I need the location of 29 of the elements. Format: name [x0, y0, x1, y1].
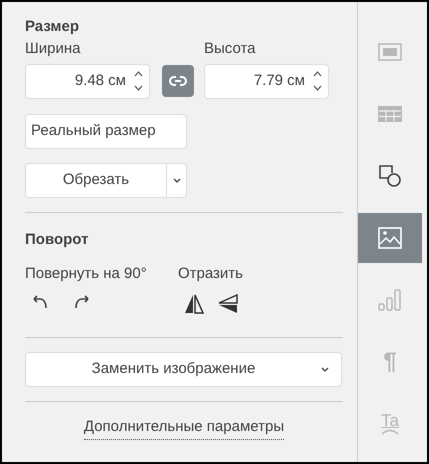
image-icon [378, 227, 402, 249]
section-title: Размер [25, 17, 80, 36]
bar-chart-icon [378, 289, 402, 311]
link-toggle-button[interactable] [162, 65, 194, 97]
flip-horizontal-button[interactable] [182, 292, 206, 316]
table-icon [378, 106, 402, 122]
rotate-label: Повернуть на 90° [25, 264, 148, 284]
arc-icon [380, 429, 400, 435]
sidebar-tab[interactable] [358, 213, 422, 263]
field-label: Высота [204, 39, 256, 59]
replace-image-dropdown[interactable]: Заменить изображение [25, 352, 342, 387]
square-circle-icon [378, 164, 402, 188]
flip-horizontal-icon [182, 292, 206, 316]
field-label: Ширина [25, 39, 82, 59]
actual-size-button[interactable]: Реальный размер [25, 114, 187, 148]
flip-vertical-button[interactable] [216, 292, 240, 316]
spin-arrows-icon [313, 70, 322, 92]
caret-icon [172, 178, 180, 182]
section-title: Поворот [25, 230, 90, 248]
flip-vertical-icon [216, 292, 240, 316]
caret-icon [321, 367, 329, 372]
slide-icon [378, 43, 402, 61]
advanced-settings-link[interactable]: Дополнительные параметры [84, 416, 284, 440]
crop-button[interactable]: Обрезать [25, 162, 167, 198]
flip-label: Отразить [178, 264, 243, 284]
height-spin-field[interactable]: 7.79 см [204, 64, 329, 98]
link-icon [169, 75, 187, 87]
width-spin-field[interactable]: 9.48 см [25, 64, 150, 98]
spin-arrows-icon [134, 70, 143, 92]
